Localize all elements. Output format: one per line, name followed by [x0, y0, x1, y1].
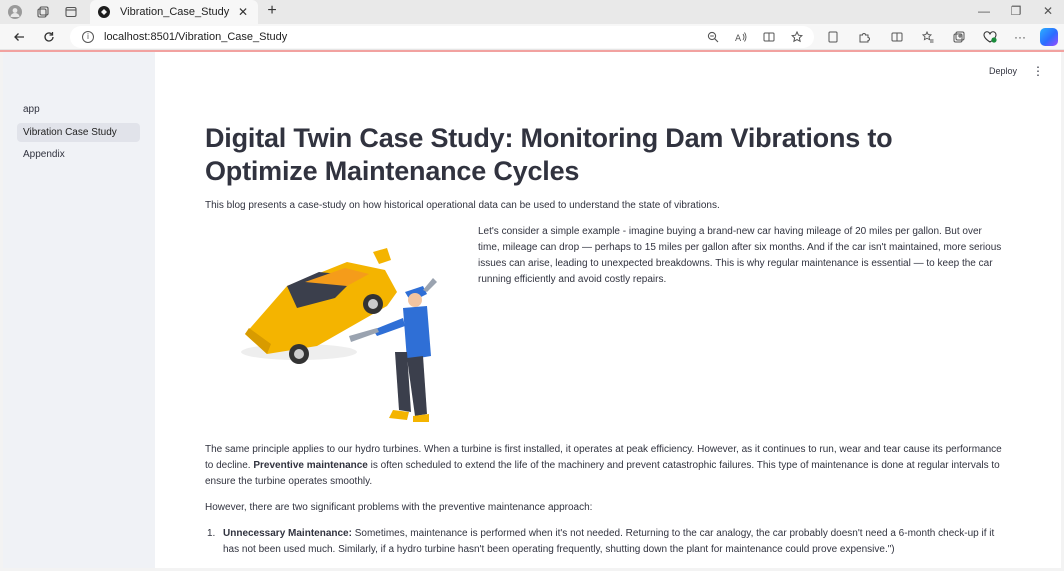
- split-screen-icon[interactable]: [888, 28, 906, 46]
- favorites-icon[interactable]: [919, 28, 937, 46]
- car-maintenance-illustration: [241, 248, 437, 422]
- sidebar: app Vibration Case Study Appendix: [3, 52, 155, 568]
- tab-actions-icon[interactable]: [62, 3, 80, 21]
- browser-essentials-icon[interactable]: [981, 28, 999, 46]
- close-window-icon[interactable]: ✕: [1040, 4, 1056, 18]
- car-example-paragraph: Let's consider a simple example - imagin…: [478, 226, 1002, 285]
- tab-strip: Vibration_Case_Study ✕ + — ❐ ✕: [0, 0, 1064, 24]
- preventive-maintenance-paragraph: The same principle applies to our hydro …: [205, 442, 1005, 490]
- new-tab-icon[interactable]: +: [264, 3, 280, 19]
- tab-title: Vibration_Case_Study: [120, 6, 230, 18]
- problems-intro-paragraph: However, there are two significant probl…: [205, 502, 593, 513]
- minimize-icon[interactable]: —: [976, 4, 992, 18]
- immersive-reader-icon[interactable]: [760, 28, 778, 46]
- preventive-maintenance-bold: Preventive maintenance: [253, 460, 368, 471]
- list-item: Unnecessary Maintenance: Sometimes, main…: [223, 526, 1003, 558]
- profile-icon[interactable]: [6, 3, 24, 21]
- sidebar-item-app[interactable]: app: [17, 100, 140, 119]
- favorite-star-icon[interactable]: [788, 28, 806, 46]
- sidebar-item-vibration-case-study[interactable]: Vibration Case Study: [17, 123, 140, 142]
- more-options-icon[interactable]: ···: [1011, 28, 1029, 46]
- main-menu-icon[interactable]: ⋮: [1032, 64, 1044, 78]
- page-title: Digital Twin Case Study: Monitoring Dam …: [205, 123, 893, 186]
- streamlit-favicon-icon: [98, 6, 110, 18]
- browser-window: Vibration_Case_Study ✕ + — ❐ ✕ i localho…: [0, 0, 1064, 571]
- collections-page-icon[interactable]: [824, 28, 842, 46]
- intro-paragraph: This blog presents a case-study on how h…: [205, 200, 720, 211]
- list-number: 1.: [207, 528, 216, 539]
- svg-text:A: A: [735, 34, 742, 43]
- tab-vibration-case-study[interactable]: Vibration_Case_Study ✕: [90, 0, 258, 24]
- url-text[interactable]: localhost:8501/Vibration_Case_Study: [104, 31, 287, 43]
- deploy-button[interactable]: Deploy: [989, 66, 1017, 76]
- zoom-icon[interactable]: [704, 28, 722, 46]
- address-bar[interactable]: i localhost:8501/Vibration_Case_Study: [70, 26, 814, 48]
- refresh-icon[interactable]: [40, 28, 58, 46]
- list-item-heading: Unnecessary Maintenance:: [223, 528, 352, 539]
- close-tab-icon[interactable]: ✕: [236, 5, 250, 19]
- restore-icon[interactable]: ❐: [1008, 4, 1024, 18]
- streamlit-page: app Vibration Case Study Appendix Deploy…: [3, 52, 1061, 568]
- collections-icon[interactable]: [950, 28, 968, 46]
- extensions-icon[interactable]: [855, 28, 873, 46]
- read-aloud-icon[interactable]: A: [732, 28, 750, 46]
- copilot-icon[interactable]: [1040, 28, 1058, 46]
- back-icon[interactable]: [10, 28, 28, 46]
- site-info-icon[interactable]: i: [82, 31, 94, 43]
- sidebar-item-appendix[interactable]: Appendix: [17, 145, 140, 164]
- workspaces-icon[interactable]: [34, 3, 52, 21]
